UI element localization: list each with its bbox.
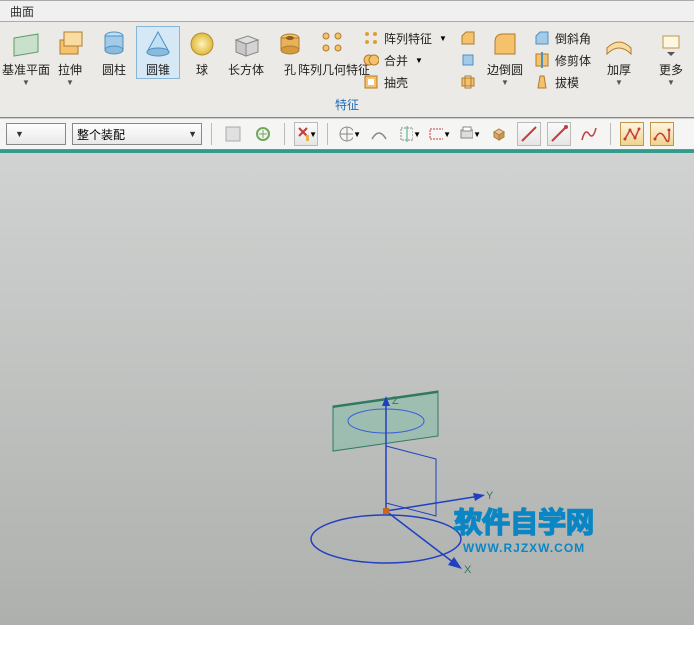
- sphere-icon: [186, 28, 218, 60]
- tool-curve-button[interactable]: [577, 122, 601, 146]
- chevron-down-icon: ▼: [667, 78, 675, 87]
- watermark-url: WWW.RJZXW.COM: [454, 541, 594, 555]
- cylinder-button[interactable]: 圆柱: [92, 26, 136, 78]
- tool-coord-button[interactable]: ▼: [337, 122, 361, 146]
- draft-icon: [533, 73, 551, 91]
- pattern-geom-button[interactable]: 阵列几何特征: [312, 26, 356, 78]
- pattern-feature-button[interactable]: 阵列特征▼: [360, 28, 449, 48]
- chamfer-small-button[interactable]: [457, 28, 479, 48]
- more-geom-icon: [459, 51, 477, 69]
- cuboid-icon: [230, 28, 262, 60]
- ribbon: 基准平面▼ 拉伸▼ 圆柱 圆锥 球 长方体 孔 阵列几何特征: [0, 22, 694, 118]
- chevron-down-icon: ▼: [66, 78, 74, 87]
- watermark-title: 软件自学网: [454, 501, 594, 541]
- edge-round-button[interactable]: 边倒圆▼: [483, 26, 527, 87]
- ribbon-stack-2: 倒斜角 修剪体 拔模: [527, 26, 597, 94]
- thicken-button[interactable]: 加厚▼: [597, 26, 641, 87]
- shell-icon: [362, 73, 380, 91]
- dropdown-assembly[interactable]: 整个装配▼: [72, 123, 202, 145]
- tool-rect-button[interactable]: ▼: [427, 122, 451, 146]
- more-geom2-icon: [459, 73, 477, 91]
- chevron-down-icon: ▼: [501, 78, 509, 87]
- datum-plane-button[interactable]: 基准平面▼: [4, 26, 48, 87]
- pattern-feature-icon: [362, 29, 380, 47]
- more-geom2-button[interactable]: [457, 72, 479, 92]
- merge-icon: [362, 51, 380, 69]
- extrude-icon: [54, 28, 86, 60]
- ribbon-stack-1b: [453, 26, 483, 94]
- pattern-geom-icon: [318, 28, 350, 60]
- trim-icon: [533, 51, 551, 69]
- merge-button[interactable]: 合并▼: [360, 50, 449, 70]
- chevron-down-icon: ▼: [22, 78, 30, 87]
- tool-box-button[interactable]: ▼: [397, 122, 421, 146]
- tab-label[interactable]: 曲面: [10, 3, 34, 20]
- trim-button[interactable]: 修剪体: [531, 50, 593, 70]
- more-geom-button[interactable]: [457, 50, 479, 70]
- extrude-button[interactable]: 拉伸▼: [48, 26, 92, 87]
- cone-icon: [142, 28, 174, 60]
- shell-button[interactable]: 抽壳: [360, 72, 449, 92]
- tab-bar: 曲面: [0, 0, 694, 22]
- more-icon: [655, 28, 687, 60]
- tool-line-1-button[interactable]: [517, 122, 541, 146]
- more-button[interactable]: 更多▼: [649, 26, 693, 87]
- cylinder-icon: [98, 28, 130, 60]
- viewport-3d[interactable]: Z Y X 软件自学网 WWW.RJZXW.COM: [0, 150, 694, 625]
- tool-polyline-button[interactable]: [620, 122, 644, 146]
- hole-icon: [274, 28, 306, 60]
- cuboid-button[interactable]: 长方体: [224, 26, 268, 78]
- thicken-icon: [603, 28, 635, 60]
- axis-z-label: Z: [392, 395, 399, 407]
- chamfer2-button[interactable]: 倒斜角: [531, 28, 593, 48]
- chevron-down-icon: ▼: [188, 129, 197, 139]
- tool-cube-button[interactable]: [487, 122, 511, 146]
- tool-spline2-button[interactable]: [650, 122, 674, 146]
- secondary-toolbar: ▼ 整个装配▼ ▼ ▼ ▼ ▼ ▼: [0, 118, 694, 150]
- watermark: 软件自学网 WWW.RJZXW.COM: [454, 501, 594, 555]
- datum-plane-icon: [10, 28, 42, 60]
- tool-icon-1[interactable]: [221, 122, 245, 146]
- tool-spline-button[interactable]: [367, 122, 391, 146]
- dropdown-1[interactable]: ▼: [6, 123, 66, 145]
- chamfer2-icon: [533, 29, 551, 47]
- ribbon-row: 基准平面▼ 拉伸▼ 圆柱 圆锥 球 长方体 孔 阵列几何特征: [4, 26, 690, 94]
- chevron-down-icon: ▼: [615, 78, 623, 87]
- tool-line-2-button[interactable]: [547, 122, 571, 146]
- chamfer-icon: [459, 29, 477, 47]
- edge-round-icon: [489, 28, 521, 60]
- tool-filter-button[interactable]: ▼: [294, 122, 318, 146]
- tool-print-button[interactable]: ▼: [457, 122, 481, 146]
- chevron-down-icon: ▼: [15, 129, 24, 139]
- tool-icon-2[interactable]: [251, 122, 275, 146]
- ribbon-group-label: 特征: [4, 94, 690, 117]
- sphere-button[interactable]: 球: [180, 26, 224, 78]
- chevron-down-icon: ▼: [415, 56, 423, 65]
- ribbon-stack-1: 阵列特征▼ 合并▼ 抽壳: [356, 26, 453, 94]
- chevron-down-icon: ▼: [439, 34, 447, 43]
- axis-x-label: X: [464, 564, 472, 576]
- cone-button[interactable]: 圆锥: [136, 26, 180, 79]
- draft-button[interactable]: 拔模: [531, 72, 593, 92]
